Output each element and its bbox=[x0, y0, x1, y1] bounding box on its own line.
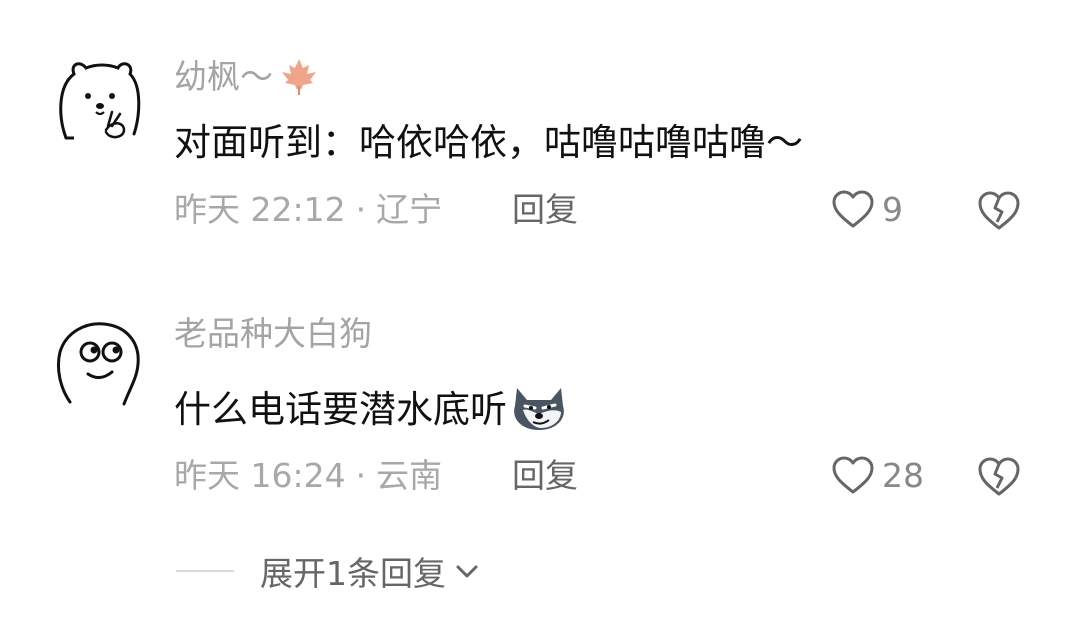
bear-avatar-icon bbox=[59, 62, 141, 140]
comment-text: 对面听到：哈依哈依，咕噜咕噜咕噜～ bbox=[174, 121, 803, 164]
comment-text: 什么电话要潜水底听 bbox=[174, 378, 569, 434]
username[interactable]: 幼枫～ bbox=[174, 56, 319, 97]
wolf-emoji-icon bbox=[514, 388, 564, 430]
dislike-button[interactable] bbox=[975, 454, 1023, 498]
like-count: 28 bbox=[882, 455, 924, 495]
like-button[interactable]: 9 bbox=[830, 186, 903, 232]
comment-time: 昨天 16:24 bbox=[174, 456, 346, 495]
doodle-face-avatar-icon bbox=[56, 322, 140, 406]
maple-leaf-icon bbox=[282, 59, 316, 95]
comment-text-body: 什么电话要潜水底听 bbox=[174, 388, 507, 431]
broken-heart-icon bbox=[978, 191, 1020, 230]
username[interactable]: 老品种大白狗 bbox=[174, 314, 372, 354]
broken-heart-icon bbox=[978, 457, 1020, 496]
like-count: 9 bbox=[882, 189, 903, 229]
reply-button[interactable]: 回复 bbox=[512, 456, 578, 496]
heart-icon bbox=[832, 456, 874, 494]
expand-replies-label: 展开1条回复 bbox=[260, 554, 446, 593]
dislike-button[interactable] bbox=[975, 188, 1023, 232]
like-button[interactable]: 28 bbox=[830, 452, 924, 498]
heart-icon bbox=[832, 190, 874, 228]
reply-button[interactable]: 回复 bbox=[512, 190, 578, 230]
avatar[interactable] bbox=[52, 318, 144, 408]
meta-separator: · bbox=[355, 190, 367, 229]
expand-replies-button[interactable]: 展开1条回复 bbox=[176, 546, 482, 596]
comment-meta: 昨天 16:24 · 云南 bbox=[174, 456, 442, 496]
comment-meta: 昨天 22:12 · 辽宁 bbox=[174, 190, 442, 230]
avatar[interactable] bbox=[52, 56, 144, 146]
comment-location: 云南 bbox=[376, 456, 443, 495]
chevron-down-icon bbox=[456, 565, 478, 578]
comment-time: 昨天 22:12 bbox=[174, 190, 346, 229]
comment-location: 辽宁 bbox=[376, 190, 443, 229]
divider-line bbox=[176, 570, 234, 572]
meta-separator: · bbox=[355, 456, 367, 495]
username-text[interactable]: 幼枫～ bbox=[174, 57, 273, 96]
